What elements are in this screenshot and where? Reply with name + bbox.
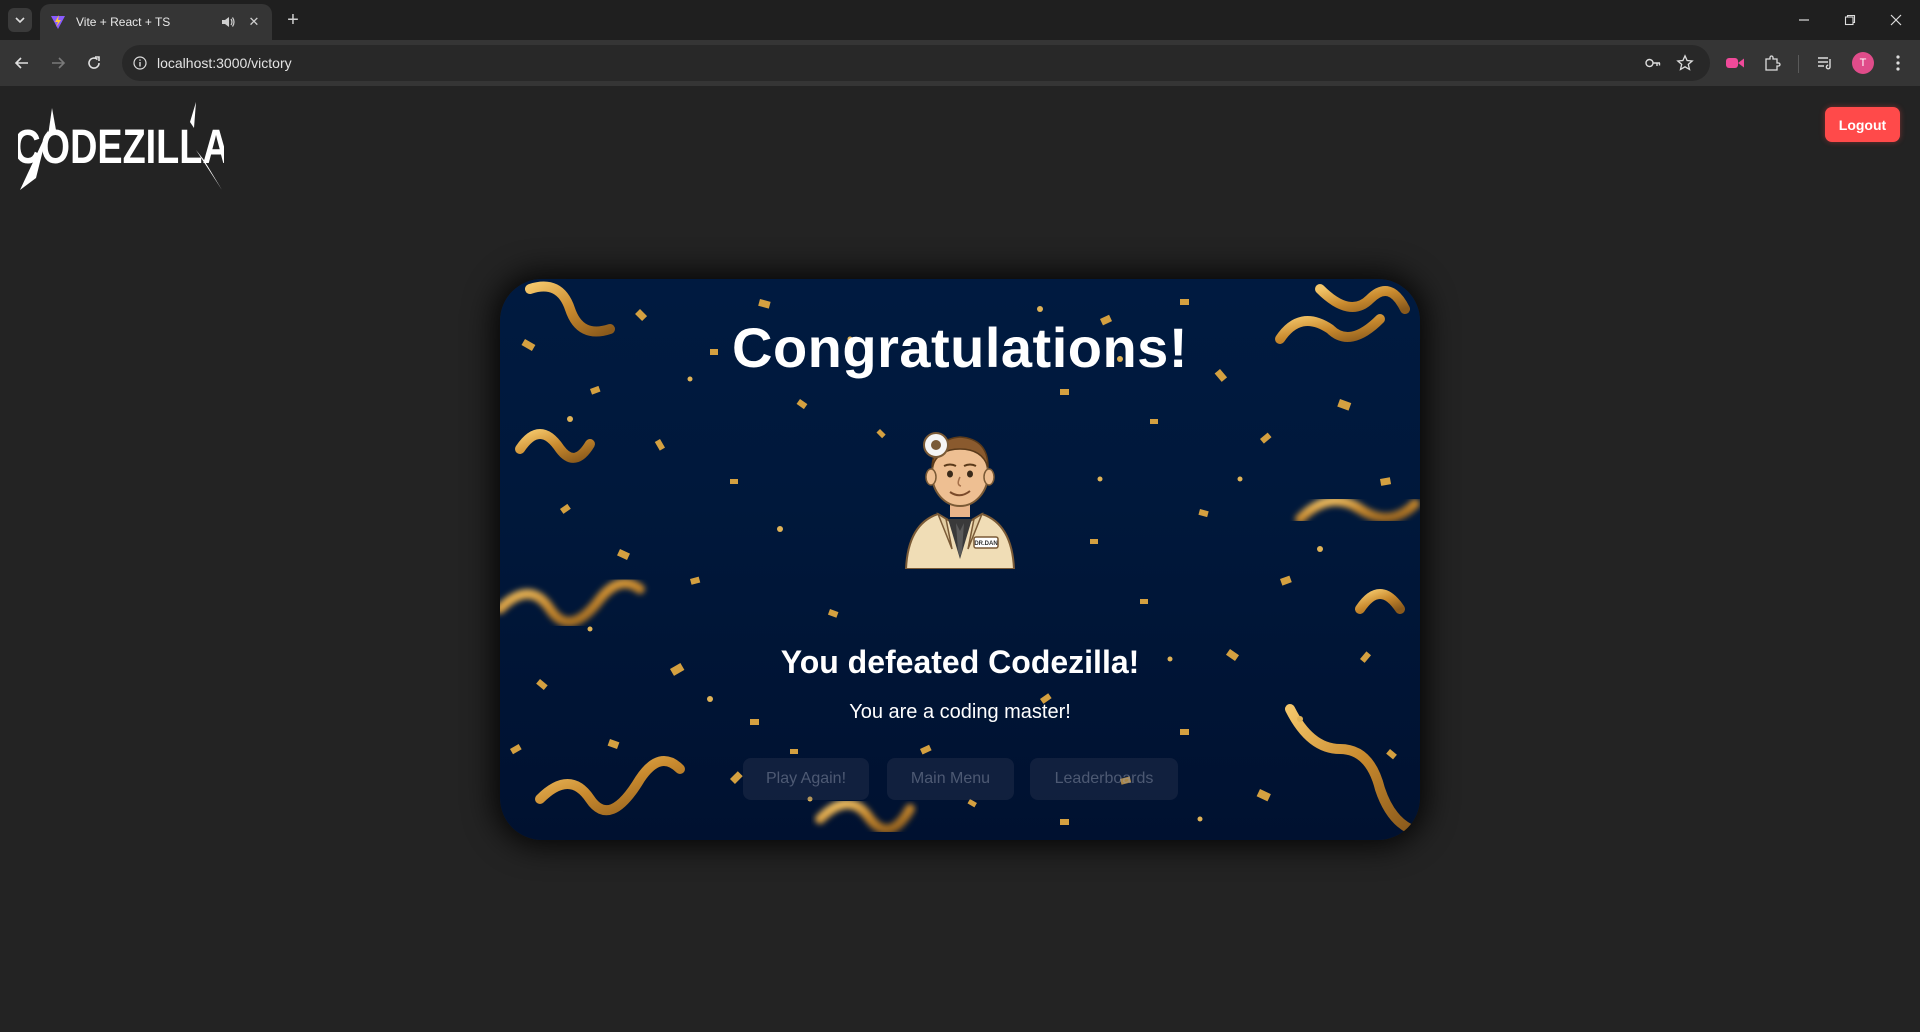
logo-text: CODEZILLA bbox=[18, 121, 224, 174]
extensions-puzzle-icon[interactable] bbox=[1760, 51, 1784, 75]
main-menu-button[interactable]: Main Menu bbox=[887, 758, 1014, 800]
extension-record-icon[interactable] bbox=[1723, 51, 1747, 75]
browser-toolbar: localhost:3000/victory T bbox=[0, 40, 1920, 86]
password-key-icon[interactable] bbox=[1643, 53, 1663, 73]
logout-button[interactable]: Logout bbox=[1825, 107, 1900, 142]
browser-tab[interactable]: Vite + React + TS ✕ bbox=[40, 4, 272, 40]
back-icon[interactable] bbox=[10, 51, 34, 75]
close-window-icon[interactable] bbox=[1884, 8, 1908, 32]
browser-tab-strip: Vite + React + TS ✕ + bbox=[0, 0, 1920, 40]
chevron-down-icon bbox=[15, 17, 25, 24]
doctor-character-image: DR.DAN bbox=[904, 432, 1016, 569]
victory-heading: You defeated Codezilla! bbox=[780, 644, 1140, 680]
minimize-icon[interactable] bbox=[1792, 8, 1816, 32]
media-controls-icon[interactable] bbox=[1813, 51, 1837, 75]
tab-title: Vite + React + TS bbox=[76, 15, 171, 29]
tab-search-button[interactable] bbox=[8, 8, 32, 32]
url-text[interactable]: localhost:3000/victory bbox=[157, 55, 292, 71]
page: CODEZILLA Logout Congratulations! DR.DAN… bbox=[0, 86, 1920, 1032]
more-menu-icon[interactable] bbox=[1886, 51, 1910, 75]
victory-subtitle: You are a coding master! bbox=[849, 701, 1071, 723]
site-info-icon[interactable] bbox=[130, 53, 150, 73]
play-again-button[interactable]: Play Again! bbox=[743, 758, 869, 800]
codezilla-logo[interactable]: CODEZILLA bbox=[18, 102, 224, 190]
victory-card: Congratulations! DR.DAN You defeated Cod… bbox=[500, 279, 1420, 840]
bookmark-star-icon[interactable] bbox=[1675, 53, 1695, 73]
speaker-icon[interactable] bbox=[220, 14, 236, 30]
toolbar-separator bbox=[1798, 55, 1799, 73]
victory-actions: Play Again! Main Menu Leaderboards bbox=[500, 758, 1420, 800]
leaderboards-button[interactable]: Leaderboards bbox=[1030, 758, 1178, 800]
congratulations-title: Congratulations! bbox=[732, 316, 1188, 379]
address-bar[interactable]: localhost:3000/victory bbox=[122, 45, 1710, 81]
badge-text: DR.DAN bbox=[974, 541, 997, 547]
close-tab-icon[interactable]: ✕ bbox=[246, 14, 262, 30]
forward-icon[interactable] bbox=[46, 51, 70, 75]
reload-icon[interactable] bbox=[82, 51, 106, 75]
new-tab-button[interactable]: + bbox=[282, 9, 304, 31]
restore-icon[interactable] bbox=[1838, 8, 1862, 32]
vite-icon bbox=[51, 15, 65, 29]
profile-avatar[interactable]: T bbox=[1852, 52, 1874, 74]
